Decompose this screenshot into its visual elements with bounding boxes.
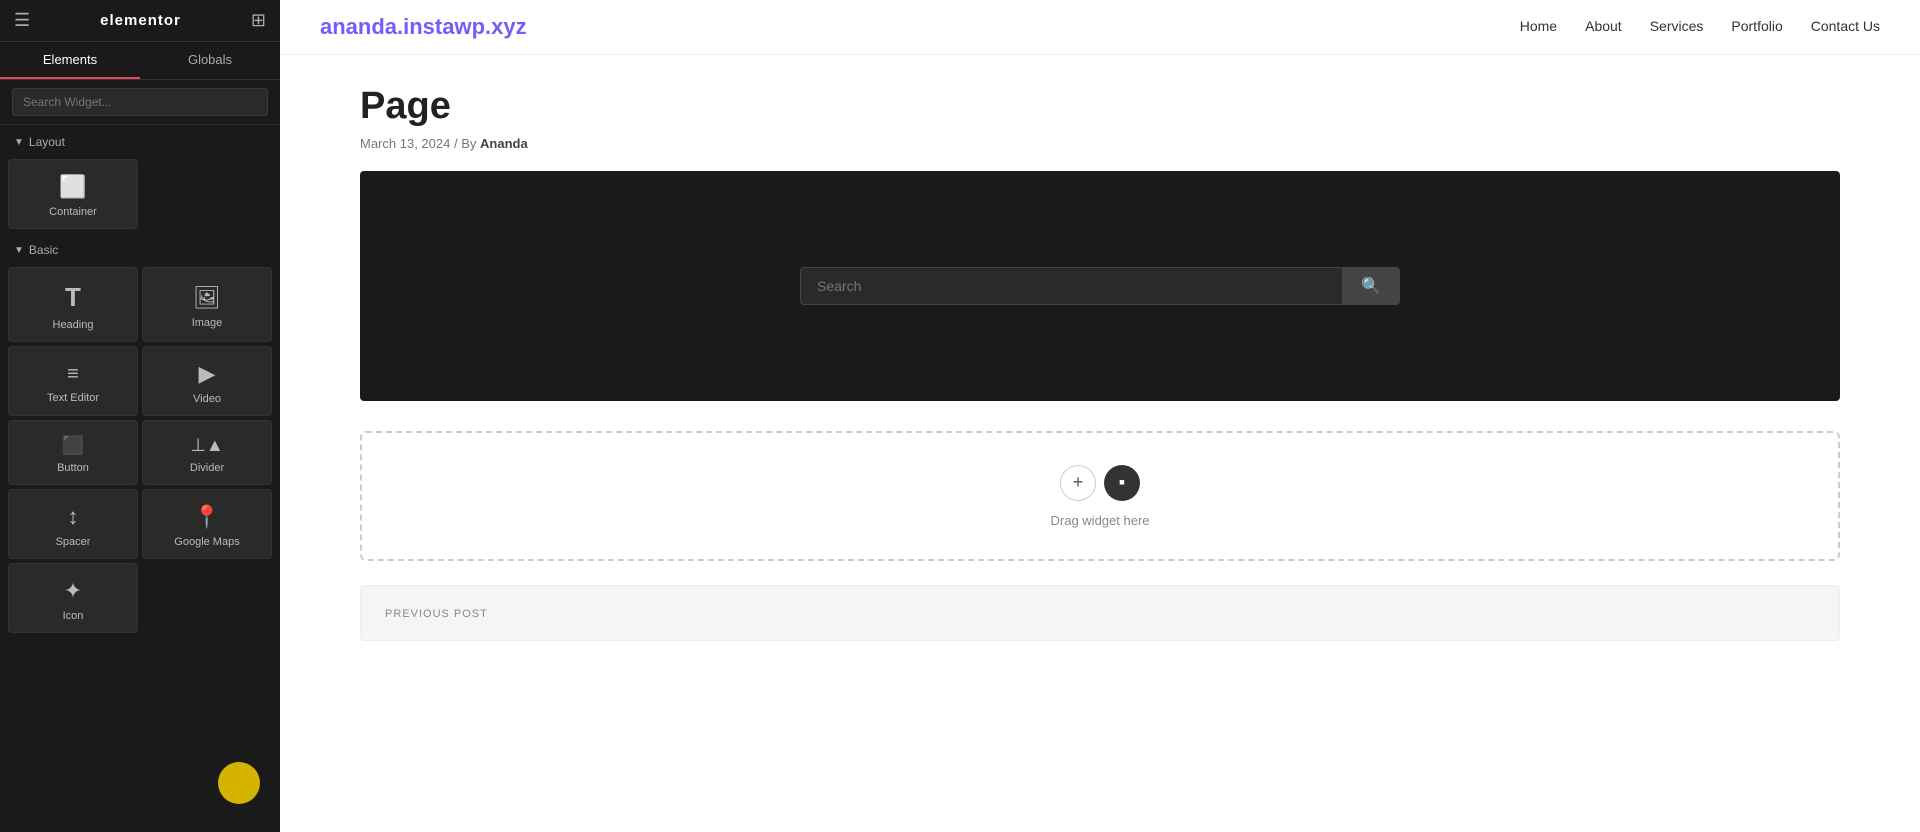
prev-post-bar: PREVIOUS POST [360,585,1840,641]
nav-item-portfolio[interactable]: Portfolio [1731,18,1782,36]
nav-link-portfolio[interactable]: Portfolio [1731,18,1782,34]
image-label: Image [192,317,223,329]
floating-circle[interactable] [218,762,260,804]
widget-heading[interactable]: T Heading [8,267,138,342]
drop-zone: + ▪ Drag widget here [360,431,1840,561]
button-icon: ⬛ [62,435,84,456]
widget-icon[interactable]: ✦ Icon [8,563,138,633]
grid-icon[interactable]: ⊞ [251,10,266,31]
hero-search-input[interactable] [800,267,1342,305]
add-widget-button[interactable]: + [1060,465,1096,501]
video-icon: ▶ [199,361,216,387]
dark-hero-section: 🔍 [360,171,1840,401]
page-content: Page March 13, 2024 / By Ananda 🔍 + ▪ Dr… [280,55,1920,671]
widget-divider[interactable]: ⊥▲ Divider [142,420,272,485]
hero-search-button[interactable]: 🔍 [1342,267,1400,305]
main-content: ananda.instawp.xyz Home About Services P… [280,0,1920,832]
nav-item-home[interactable]: Home [1520,18,1557,36]
basic-widgets-grid: T Heading 🖼 Image ≡ Text Editor ▶ Video … [0,263,280,637]
template-button[interactable]: ▪ [1104,465,1140,501]
left-panel: ☰ elementor ⊞ Elements Globals ▼ Layout … [0,0,280,832]
divider-label: Divider [190,462,224,474]
site-title: ananda.instawp.xyz [320,14,527,40]
icon-widget-icon: ✦ [64,578,82,604]
nav-link-home[interactable]: Home [1520,18,1557,34]
tab-globals[interactable]: Globals [140,42,280,79]
widget-container[interactable]: ⬜ Container [8,159,138,229]
drop-zone-actions: + ▪ [1060,465,1140,501]
page-author: Ananda [480,136,528,151]
page-by-label: By [461,136,476,151]
icon-label: Icon [63,610,84,622]
container-label: Container [49,206,97,218]
top-nav: ananda.instawp.xyz Home About Services P… [280,0,1920,55]
page-title: Page [360,85,1840,128]
basic-section-header[interactable]: ▼ Basic [0,233,280,263]
text-editor-icon: ≡ [67,363,79,386]
widget-button[interactable]: ⬛ Button [8,420,138,485]
widget-video[interactable]: ▶ Video [142,346,272,416]
nav-link-contact[interactable]: Contact Us [1811,18,1880,34]
nav-link-about[interactable]: About [1585,18,1622,34]
layout-section-label: Layout [29,135,65,149]
elementor-logo: elementor [100,12,181,29]
page-date: March 13, 2024 [360,136,450,151]
google-maps-label: Google Maps [174,536,239,548]
spacer-icon: ↕ [68,504,79,530]
search-widget: 🔍 [800,267,1400,305]
widget-spacer[interactable]: ↕ Spacer [8,489,138,559]
drop-label: Drag widget here [1051,513,1150,528]
prev-post-label: PREVIOUS POST [385,608,488,620]
nav-item-services[interactable]: Services [1650,18,1704,36]
layout-widgets-grid: ⬜ Container [0,155,280,233]
widget-image[interactable]: 🖼 Image [142,267,272,342]
panel-tabs: Elements Globals [0,42,280,80]
tab-elements[interactable]: Elements [0,42,140,79]
widget-search-bar [0,80,280,125]
page-meta-separator: / [454,136,458,151]
text-editor-label: Text Editor [47,392,99,404]
nav-item-about[interactable]: About [1585,18,1622,36]
heading-icon: T [65,282,81,313]
spacer-label: Spacer [56,536,91,548]
nav-item-contact[interactable]: Contact Us [1811,18,1880,36]
video-label: Video [193,393,221,405]
container-icon: ⬜ [59,174,86,200]
layout-arrow-icon: ▼ [14,137,24,148]
google-maps-icon: 📍 [193,504,220,530]
basic-section-label: Basic [29,243,58,257]
layout-section-header[interactable]: ▼ Layout [0,125,280,155]
button-label: Button [57,462,89,474]
image-icon: 🖼 [193,285,221,311]
basic-arrow-icon: ▼ [14,245,24,256]
page-meta: March 13, 2024 / By Ananda [360,136,1840,151]
panel-header: ☰ elementor ⊞ [0,0,280,42]
search-input[interactable] [12,88,268,116]
heading-label: Heading [53,319,94,331]
nav-links: Home About Services Portfolio Contact Us [1520,18,1880,36]
hamburger-icon[interactable]: ☰ [14,10,30,31]
widget-google-maps[interactable]: 📍 Google Maps [142,489,272,559]
widget-text-editor[interactable]: ≡ Text Editor [8,346,138,416]
divider-icon: ⊥▲ [190,435,224,456]
nav-link-services[interactable]: Services [1650,18,1704,34]
